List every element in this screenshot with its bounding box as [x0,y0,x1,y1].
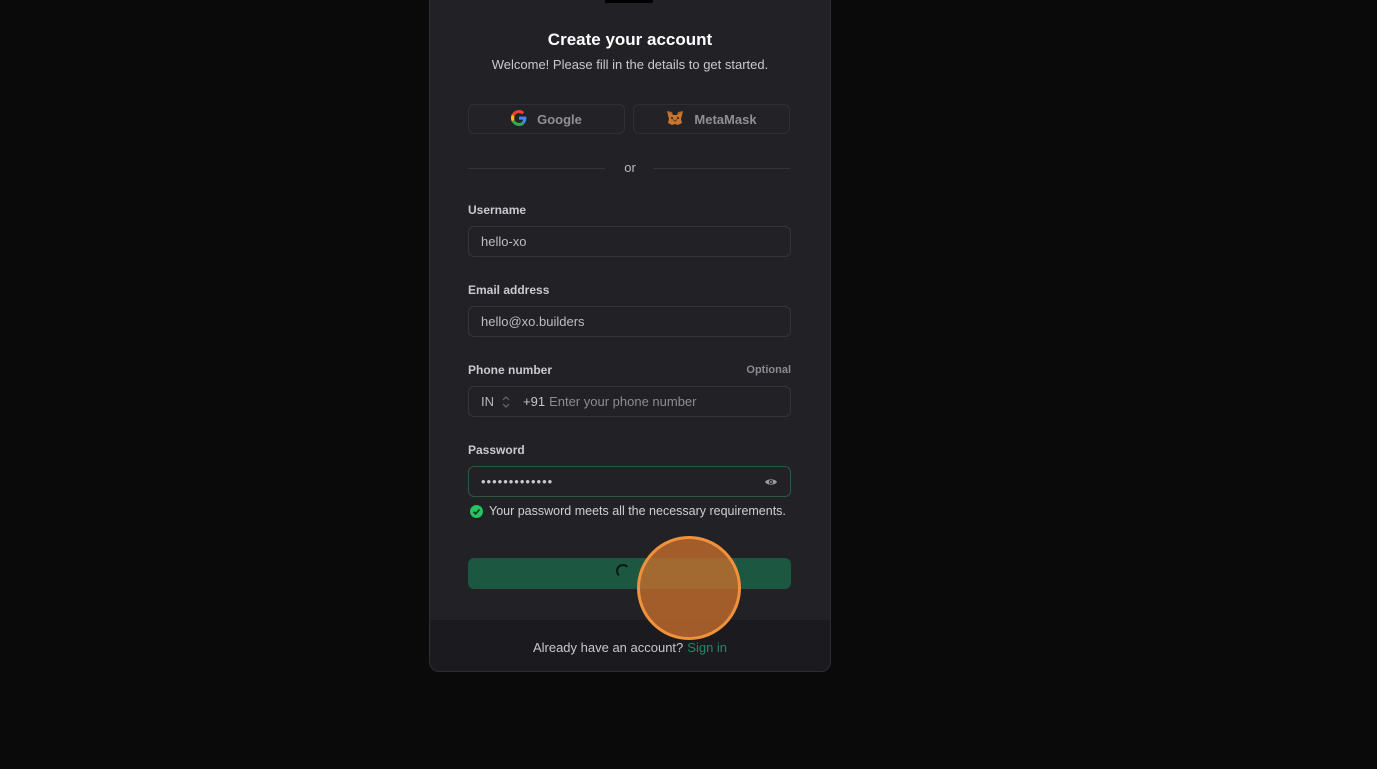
country-select[interactable]: IN [481,394,510,409]
page-subtitle: Welcome! Please fill in the details to g… [491,57,769,72]
logo [605,0,653,3]
password-input[interactable]: ••••••••••••• [468,466,791,497]
continue-button[interactable] [468,558,791,589]
loading-spinner-icon [616,563,630,578]
show-password-eye-icon[interactable] [764,475,778,489]
password-label: Password [468,443,525,457]
phone-field: IN +91 Enter your phone number [468,386,791,417]
password-hint: Your password meets all the necessary re… [470,504,786,518]
metamask-fox-icon [666,110,684,129]
metamask-label: MetaMask [694,111,757,127]
optional-badge: Optional [746,364,791,376]
metamask-signin-button[interactable]: MetaMask [633,104,790,134]
signup-card: Create your account Welcome! Please fill… [429,0,831,672]
google-label: Google [537,111,582,127]
chevron-updown-icon [502,395,510,408]
google-signin-button[interactable]: Google [468,104,625,134]
country-code: IN [481,394,494,409]
username-label: Username [468,203,527,217]
click-indicator [637,536,741,640]
dial-code: +91 [523,394,546,409]
phone-label: Phone number [468,363,553,377]
username-value: hello-xo [481,234,527,249]
username-input[interactable]: hello-xo [468,226,791,257]
page-title: Create your account [547,30,713,49]
divider-line-right [653,168,790,169]
check-circle-icon [470,504,483,518]
phone-input[interactable]: Enter your phone number [549,394,696,409]
footer: Already have an account? Sign in [430,620,830,671]
password-hint-text: Your password meets all the necessary re… [489,504,786,518]
signin-link[interactable]: Sign in [687,640,727,655]
google-icon [511,109,527,129]
signin-prompt: Already have an account? [532,640,684,655]
email-input[interactable]: hello@xo.builders [468,306,791,337]
email-value: hello@xo.builders [481,314,585,329]
password-value: ••••••••••••• [481,474,554,489]
email-label: Email address [468,283,550,297]
